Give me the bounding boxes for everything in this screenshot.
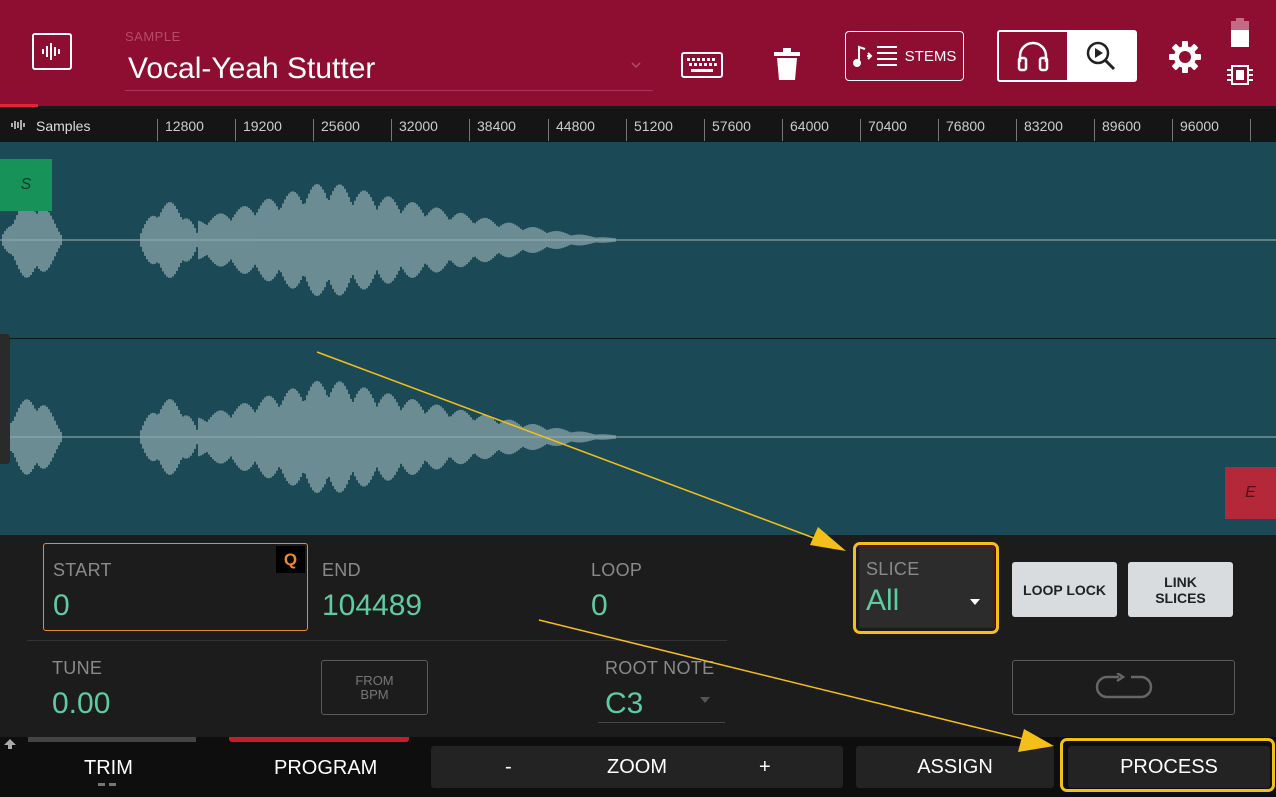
quantize-badge[interactable]: Q: [276, 546, 305, 573]
headphones-icon[interactable]: [999, 32, 1067, 80]
channel-divider: [0, 338, 1276, 339]
sample-ruler: Samples 12800 19200 25600 32000 38400 44…: [0, 109, 1276, 142]
end-marker[interactable]: E: [1225, 467, 1276, 519]
slice-highlight: [853, 542, 999, 634]
battery-icon: [1229, 17, 1251, 49]
chevron-down-icon[interactable]: [630, 60, 642, 70]
ruler-tick: 70400: [860, 119, 907, 141]
end-value: 104489: [322, 589, 423, 622]
ruler-tick: 25600: [313, 119, 360, 141]
arrow-up-icon[interactable]: [4, 739, 16, 749]
start-label: START: [53, 560, 112, 580]
loop-label: LOOP: [591, 560, 643, 580]
trash-icon[interactable]: [770, 44, 804, 84]
tab-indicator-inactive: [28, 737, 196, 742]
ruler-tick: 96000: [1172, 119, 1219, 141]
trim-mode-dots: [98, 783, 116, 786]
ruler-tick: 83200: [1016, 119, 1063, 141]
waveform-icon: [32, 33, 72, 70]
zoom-control: - ZOOM +: [431, 746, 843, 788]
keyboard-icon[interactable]: [680, 50, 724, 80]
ruler-tick: 12800: [157, 119, 204, 141]
root-note-underline: [598, 722, 725, 723]
ruler-tick: 44800: [548, 119, 595, 141]
root-note-label: ROOT NOTE: [605, 658, 715, 678]
loop-icon: [1095, 672, 1152, 698]
start-marker[interactable]: S: [0, 159, 52, 211]
tune-value: 0.00: [52, 687, 111, 720]
program-tab[interactable]: PROGRAM: [274, 757, 377, 780]
start-value: 0: [53, 589, 70, 622]
ruler-tick: 89600: [1094, 119, 1141, 141]
tune-field[interactable]: TUNE 0.00: [52, 658, 110, 721]
ruler-tick: 51200: [626, 119, 673, 141]
tab-indicator-active: [229, 737, 409, 742]
tune-label: TUNE: [52, 658, 103, 678]
assign-button[interactable]: ASSIGN: [856, 746, 1054, 788]
waveform-small-icon: [11, 120, 25, 130]
loop-lock-button[interactable]: LOOP LOCK: [1012, 562, 1117, 617]
gear-icon[interactable]: [1166, 38, 1204, 76]
end-field[interactable]: END 104489: [322, 560, 422, 623]
stems-icon: [852, 45, 897, 67]
loop-value: 0: [591, 589, 608, 622]
ruler-tick: 32000: [391, 119, 438, 141]
listen-zoom-toggle[interactable]: [997, 30, 1137, 82]
process-highlight: [1060, 738, 1275, 792]
loop-mode-button[interactable]: [1012, 660, 1235, 715]
ruler-tick: 57600: [704, 119, 751, 141]
sample-edit-screen: SAMPLE Vocal-Yeah Stutter STEMS Samples …: [0, 0, 1276, 797]
zoom-out-button[interactable]: -: [505, 756, 512, 779]
ruler-unit-label: Samples: [36, 118, 91, 134]
link-slices-button[interactable]: LINK SLICES: [1128, 562, 1233, 617]
zoom-play-icon[interactable]: [1067, 32, 1135, 80]
waveform-side-handle[interactable]: [0, 334, 10, 464]
trim-tab[interactable]: TRIM: [84, 757, 133, 780]
ruler-tick: 19200: [235, 119, 282, 141]
loop-field[interactable]: LOOP 0: [591, 560, 642, 623]
row-separator: [27, 640, 727, 641]
start-field[interactable]: Q START 0: [43, 543, 308, 631]
caret-down-icon: [700, 697, 710, 703]
from-bpm-button[interactable]: FROM BPM: [321, 660, 428, 715]
sample-name-select[interactable]: Vocal-Yeah Stutter: [128, 52, 375, 86]
header-progress-indicator: [0, 104, 38, 107]
chip-icon: [1226, 62, 1254, 88]
root-note-field[interactable]: ROOT NOTE C3: [605, 658, 714, 721]
header-bar: SAMPLE Vocal-Yeah Stutter STEMS: [0, 0, 1276, 106]
sample-name-underline: [125, 90, 653, 91]
ruler-tick: [1250, 119, 1258, 141]
parameter-panel: Q START 0 END 104489 LOOP 0 SLICE All LO…: [0, 535, 1276, 737]
sample-caption: SAMPLE: [125, 29, 181, 44]
ruler-tick: 64000: [782, 119, 829, 141]
waveform-display[interactable]: S E: [0, 142, 1276, 535]
stems-button[interactable]: STEMS: [845, 31, 964, 81]
end-label: END: [322, 560, 361, 580]
zoom-label: ZOOM: [607, 755, 667, 778]
root-note-value: C3: [605, 687, 644, 720]
ruler-tick: 38400: [469, 119, 516, 141]
ruler-tick: 76800: [938, 119, 985, 141]
zoom-in-button[interactable]: +: [759, 756, 771, 779]
stems-label: STEMS: [904, 47, 957, 65]
